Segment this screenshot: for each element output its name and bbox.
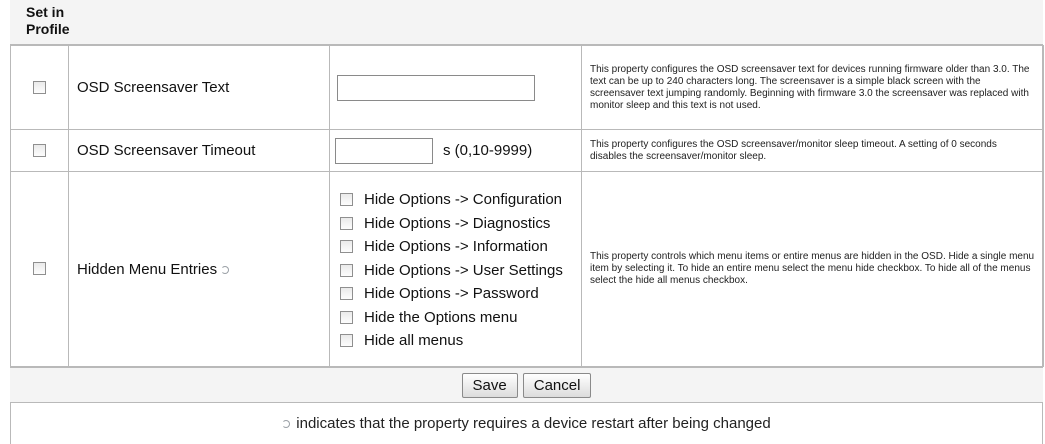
option-hide-information[interactable]: Hide Options -> Information bbox=[340, 235, 581, 259]
option-hide-diagnostics[interactable]: Hide Options -> Diagnostics bbox=[340, 211, 581, 235]
cancel-button[interactable]: Cancel bbox=[522, 373, 592, 398]
button-bar: Save Cancel bbox=[10, 367, 1043, 403]
screensaver-timeout-input[interactable] bbox=[335, 137, 433, 164]
property-description: This property controls which menu items … bbox=[581, 171, 1044, 367]
option-hide-password[interactable]: Hide Options -> Password bbox=[340, 282, 581, 306]
screensaver-text-input[interactable] bbox=[337, 74, 535, 101]
checkbox[interactable] bbox=[340, 310, 353, 324]
properties-table: OSD Screensaver Text This property confi… bbox=[10, 45, 1044, 367]
property-label: OSD Screensaver Timeout bbox=[68, 129, 330, 172]
property-description: This property configures the OSD screens… bbox=[581, 45, 1044, 130]
restart-required-icon bbox=[221, 265, 230, 274]
table-row: OSD Screensaver Text This property confi… bbox=[10, 45, 1044, 130]
hidden-menu-options: Hide Options -> Configuration Hide Optio… bbox=[330, 182, 581, 357]
property-label: Hidden Menu Entries bbox=[77, 260, 218, 278]
option-hide-configuration[interactable]: Hide Options -> Configuration bbox=[340, 188, 581, 212]
checkbox[interactable] bbox=[340, 334, 353, 347]
checkbox[interactable] bbox=[340, 216, 353, 230]
set-in-profile-checkbox-screensaver-timeout[interactable] bbox=[33, 143, 46, 157]
checkbox[interactable] bbox=[340, 240, 353, 253]
table-row: Hidden Menu Entries Hide Options -> Conf… bbox=[10, 171, 1044, 367]
checkbox[interactable] bbox=[340, 287, 353, 300]
set-in-profile-checkbox-screensaver-text[interactable] bbox=[33, 80, 46, 94]
set-in-profile-checkbox-hidden-menu-entries[interactable] bbox=[33, 262, 46, 276]
timeout-unit-label: s (0,10-9999) bbox=[443, 142, 533, 159]
table-header: Set in Profile bbox=[10, 0, 1043, 45]
property-description: This property configures the OSD screens… bbox=[581, 129, 1044, 172]
table-row: OSD Screensaver Timeout s (0,10-9999) Th… bbox=[10, 129, 1044, 172]
option-hide-user-settings[interactable]: Hide Options -> User Settings bbox=[340, 258, 581, 282]
checkbox[interactable] bbox=[340, 263, 353, 277]
option-hide-all-menus[interactable]: Hide all menus bbox=[340, 329, 581, 353]
restart-footnote: indicates that the property requires a d… bbox=[10, 404, 1043, 444]
save-button[interactable]: Save bbox=[461, 373, 518, 398]
set-in-profile-header: Set in Profile bbox=[26, 4, 70, 37]
checkbox[interactable] bbox=[340, 193, 353, 206]
restart-required-icon bbox=[282, 420, 291, 429]
property-label: OSD Screensaver Text bbox=[68, 45, 330, 130]
footnote-text: indicates that the property requires a d… bbox=[296, 415, 771, 432]
option-hide-options-menu[interactable]: Hide the Options menu bbox=[340, 305, 581, 329]
